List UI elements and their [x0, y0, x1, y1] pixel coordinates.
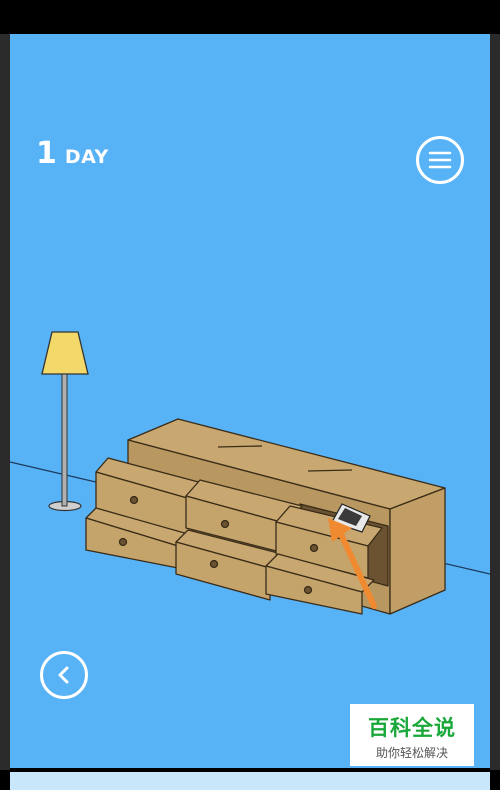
watermark-subtitle: 助你轻松解决	[375, 746, 448, 760]
chevron-left-icon	[58, 666, 69, 684]
day-number: 1	[36, 136, 57, 171]
right-frame	[490, 34, 500, 770]
floor-lamp[interactable]	[41, 331, 89, 512]
watermark-badge: 百科全说 助你轻松解决	[350, 704, 474, 766]
game-screen: 1 DAY 百科全说 助你轻松解决	[10, 34, 490, 768]
hamburger-menu-icon	[428, 151, 452, 169]
day-label: DAY	[64, 146, 109, 168]
watermark-title: 百科全说	[368, 716, 456, 740]
back-button[interactable]	[40, 651, 88, 699]
left-frame	[0, 34, 10, 770]
day-counter: 1 DAY	[36, 136, 109, 171]
menu-button[interactable]	[416, 136, 464, 184]
bottom-bar	[10, 772, 490, 790]
